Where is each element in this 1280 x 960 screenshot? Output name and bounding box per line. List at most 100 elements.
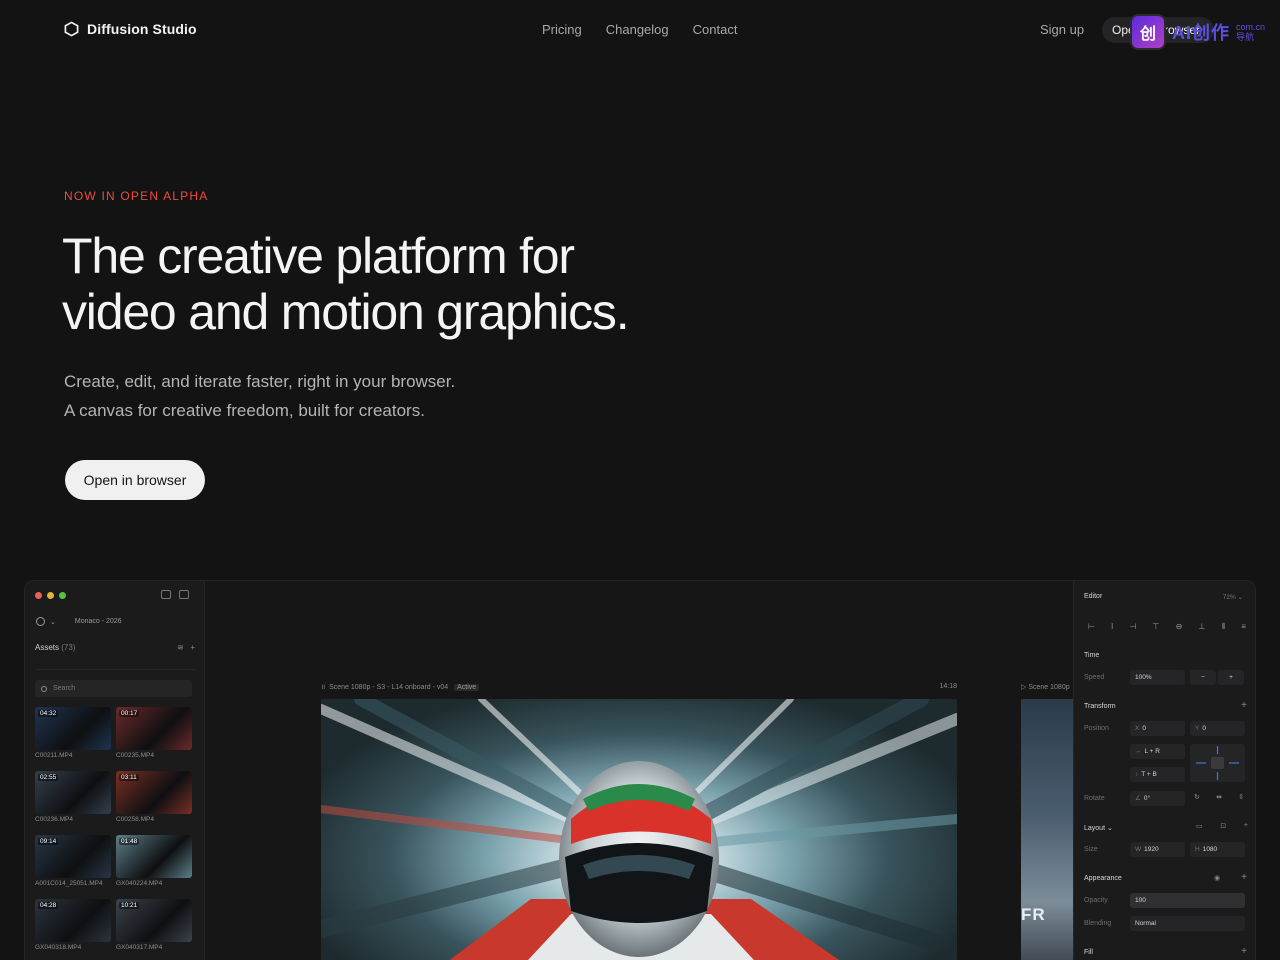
video-canvas[interactable] bbox=[321, 699, 957, 960]
asset-item[interactable]: 10:21 GX040317.MP4 bbox=[116, 899, 192, 951]
hero-subtitle: Create, edit, and iterate faster, right … bbox=[64, 367, 455, 425]
add-transform-icon[interactable]: + bbox=[1241, 700, 1247, 711]
speed-value: 100% bbox=[1135, 674, 1152, 681]
align-top-icon[interactable]: ⊤ bbox=[1153, 622, 1160, 632]
speed-decrease-button[interactable]: − bbox=[1190, 670, 1216, 685]
project-selector[interactable]: ⌄ Monaco - 2026 bbox=[36, 617, 122, 626]
watermark-badge-icon: 创 bbox=[1130, 14, 1166, 50]
inspector-title: Editor bbox=[1084, 593, 1103, 600]
add-asset-icon[interactable]: + bbox=[190, 643, 195, 652]
eye-icon[interactable]: ◉ bbox=[1214, 874, 1220, 882]
position-y-field[interactable]: Y0 bbox=[1190, 721, 1245, 736]
asset-item[interactable]: 01:48 GX040224.MP4 bbox=[116, 835, 192, 887]
asset-name: A001C014_25051.MP4 bbox=[35, 880, 103, 887]
canvas-stage: ॥ Scene 1080p - S3 - L14 onboard - v04 A… bbox=[205, 581, 1073, 960]
align-bottom-icon[interactable]: ⊥ bbox=[1199, 622, 1206, 632]
watermark: 创 AI创作 com.cn 导航 bbox=[1130, 14, 1265, 50]
scene-title: Scene 1080p - S3 - L14 onboard - v04 bbox=[329, 684, 449, 691]
asset-item[interactable]: 02:55 C00236.MP4 bbox=[35, 771, 111, 823]
asset-name: C00235.MP4 bbox=[116, 752, 154, 759]
flip-vertical-icon[interactable]: ⇳ bbox=[1238, 793, 1244, 801]
blending-select[interactable]: Normal bbox=[1130, 916, 1245, 931]
add-fill-icon[interactable]: + bbox=[1241, 946, 1247, 957]
asset-name: GX040224.MP4 bbox=[116, 880, 163, 887]
add-appearance-icon[interactable]: + bbox=[1241, 872, 1247, 883]
asset-thumbnail: 09:14 bbox=[35, 835, 111, 878]
layout-section-title[interactable]: Layout ⌄ bbox=[1084, 824, 1113, 832]
add-layout-icon[interactable]: + bbox=[1244, 822, 1248, 830]
opacity-field[interactable]: 100 bbox=[1130, 893, 1245, 908]
watermark-text: AI创作 bbox=[1172, 23, 1230, 43]
zoom-select[interactable]: 72% ⌄ bbox=[1223, 593, 1243, 601]
watermark-small-bottom: 导航 bbox=[1236, 32, 1255, 42]
nav-links: Pricing Changelog Contact bbox=[542, 22, 737, 37]
editor-inspector: Editor 72% ⌄ ⊢ ǀ ⊣ ⊤ ⊖ ⊥ ⫴ ≡ Time Speed … bbox=[1073, 581, 1255, 960]
angle-icon: ∠ bbox=[1135, 795, 1141, 802]
asset-item[interactable]: 00:17 C00235.MP4 bbox=[116, 707, 192, 759]
height-field[interactable]: H 1080 bbox=[1190, 842, 1245, 857]
v-constraint-icon: ↕ bbox=[1135, 771, 1139, 778]
h-constraint-icon: ↔ bbox=[1135, 748, 1142, 755]
filter-icon[interactable]: ≋ bbox=[177, 643, 184, 652]
brand-name: Diffusion Studio bbox=[87, 21, 197, 37]
speed-increase-button[interactable]: + bbox=[1218, 670, 1244, 685]
asset-item[interactable]: 04:32 C00211.MP4 bbox=[35, 707, 111, 759]
align-right-icon[interactable]: ⊣ bbox=[1129, 622, 1136, 632]
align-center-h-icon[interactable]: ǀ bbox=[1111, 622, 1113, 632]
assets-search-input[interactable]: Search bbox=[35, 680, 192, 697]
nav-link-contact[interactable]: Contact bbox=[693, 22, 738, 37]
secondary-scene-canvas[interactable]: FR bbox=[1021, 699, 1073, 960]
frame-icon[interactable]: ▭ bbox=[1196, 822, 1203, 830]
close-dot-icon[interactable] bbox=[35, 592, 42, 599]
panel-bottom-icon[interactable] bbox=[161, 590, 171, 599]
asset-thumbnail: 00:17 bbox=[116, 707, 192, 750]
speed-field[interactable]: 100% bbox=[1130, 670, 1185, 685]
play-icon[interactable]: ▷ bbox=[1021, 684, 1026, 691]
subtitle-line-1: Create, edit, and iterate faster, right … bbox=[64, 372, 456, 391]
constraint-widget[interactable] bbox=[1190, 744, 1245, 782]
width-value: 1920 bbox=[1144, 846, 1159, 853]
constraint-cross-icon bbox=[1196, 746, 1239, 780]
signup-link[interactable]: Sign up bbox=[1040, 22, 1084, 37]
nav-link-changelog[interactable]: Changelog bbox=[606, 22, 669, 37]
distribute-v-icon[interactable]: ≡ bbox=[1241, 622, 1246, 632]
search-icon bbox=[41, 686, 47, 692]
asset-item[interactable]: 03:11 C00258.MP4 bbox=[116, 771, 192, 823]
rotate-cw-icon[interactable]: ↻ bbox=[1194, 793, 1200, 801]
align-middle-v-icon[interactable]: ⊖ bbox=[1176, 622, 1183, 632]
asset-duration: 01:48 bbox=[119, 838, 140, 845]
project-ring-icon bbox=[36, 617, 45, 626]
horizontal-constraint-select[interactable]: ↔ L + R bbox=[1130, 744, 1185, 759]
nav-link-pricing[interactable]: Pricing bbox=[542, 22, 582, 37]
asset-thumbnail: 02:55 bbox=[35, 771, 111, 814]
asset-thumbnail: 04:32 bbox=[35, 707, 111, 750]
time-section-title: Time bbox=[1084, 652, 1100, 659]
minimize-dot-icon[interactable] bbox=[47, 592, 54, 599]
panel-left-icon[interactable] bbox=[179, 590, 189, 599]
assets-actions: ≋ + bbox=[177, 643, 195, 652]
h-constraint-value: L + R bbox=[1144, 748, 1160, 755]
align-left-icon[interactable]: ⊢ bbox=[1088, 622, 1095, 632]
width-field[interactable]: W 1920 bbox=[1130, 842, 1185, 857]
distribute-h-icon[interactable]: ⫴ bbox=[1222, 622, 1225, 632]
blending-value: Normal bbox=[1135, 920, 1156, 927]
brand-logo[interactable]: Diffusion Studio bbox=[64, 21, 197, 37]
asset-name: C00236.MP4 bbox=[35, 816, 73, 823]
asset-thumbnail: 10:21 bbox=[116, 899, 192, 942]
asset-item[interactable]: 09:14 A001C014_25051.MP4 bbox=[35, 835, 111, 887]
lock-icon[interactable]: ⊡ bbox=[1220, 822, 1226, 830]
vertical-constraint-select[interactable]: ↕ T + B bbox=[1130, 767, 1185, 782]
layout-actions: ▭ ⊡ + bbox=[1196, 822, 1248, 830]
hero-open-in-browser-button[interactable]: Open in browser bbox=[65, 460, 205, 500]
flip-horizontal-icon[interactable]: ⇹ bbox=[1216, 793, 1222, 801]
pause-icon[interactable]: ॥ bbox=[321, 684, 325, 691]
rotate-field[interactable]: ∠ 0° bbox=[1130, 791, 1185, 806]
maximize-dot-icon[interactable] bbox=[59, 592, 66, 599]
x-value: 0 bbox=[1142, 725, 1146, 732]
hero-headline: The creative platform for video and moti… bbox=[62, 228, 722, 340]
asset-duration: 03:11 bbox=[119, 774, 139, 781]
position-x-field[interactable]: X0 bbox=[1130, 721, 1185, 736]
scene-header: ॥ Scene 1080p - S3 - L14 onboard - v04 A… bbox=[321, 683, 957, 692]
asset-item[interactable]: 04:28 GX040318.MP4 bbox=[35, 899, 111, 951]
w-prefix: W bbox=[1135, 846, 1142, 853]
